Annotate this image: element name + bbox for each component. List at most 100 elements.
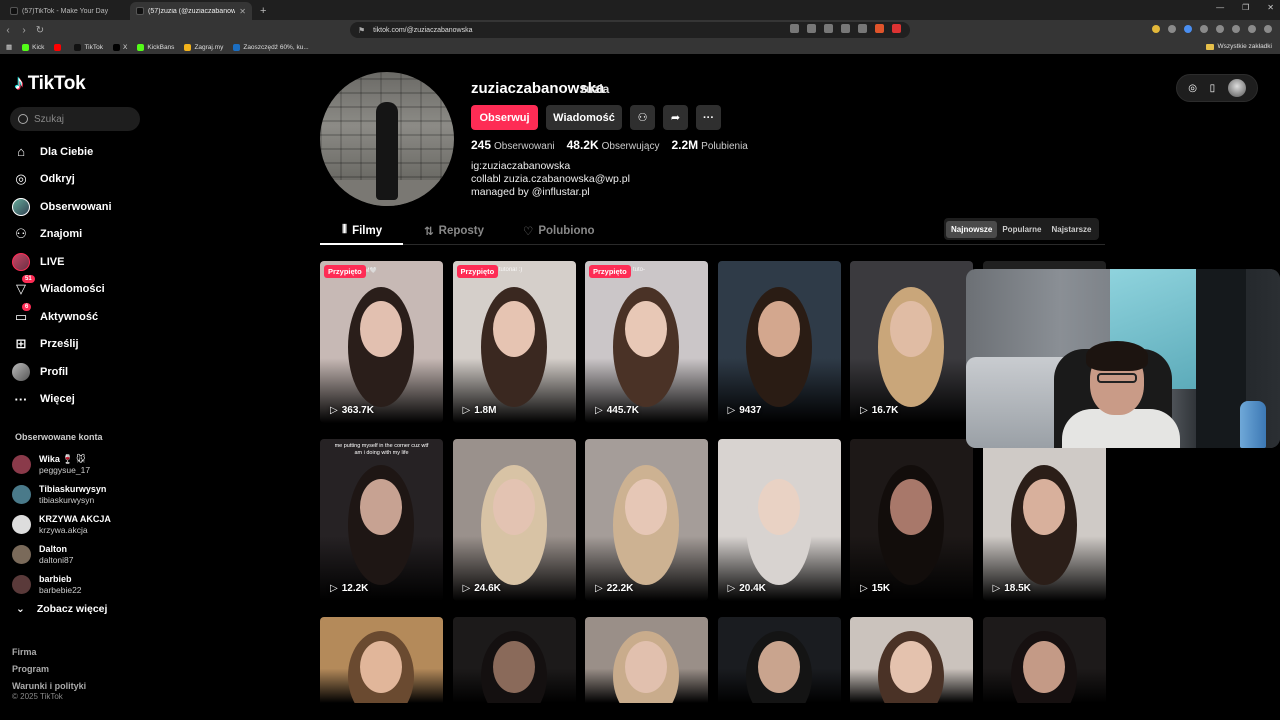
video-thumbnail-face (625, 301, 667, 357)
video-card[interactable]: ▷ 9437 (717, 261, 841, 423)
footer-link-company[interactable]: Firma (12, 644, 86, 661)
all-bookmarks-folder[interactable]: Wszystkie zakładki (1206, 43, 1272, 50)
user-avatar[interactable] (1227, 79, 1246, 97)
tab-videos[interactable]: ⦀ Filmy (342, 224, 382, 237)
video-card[interactable]: akeup tuto-Przypięto▷445.7K (585, 261, 708, 423)
phone-icon[interactable]: ▯ (1210, 83, 1216, 94)
extension-icon[interactable] (1168, 25, 1176, 33)
forward-icon[interactable]: › (16, 25, 32, 36)
add-friend-button[interactable]: ⚇ (630, 105, 655, 130)
video-card[interactable]: ▷ 20.4K (717, 439, 841, 601)
following-account[interactable]: Wika 🍷 🐭 peggysue_17 (12, 449, 111, 479)
video-thumbnail-face (757, 479, 800, 535)
close-window-icon[interactable]: ✕ (1267, 3, 1274, 12)
following-account[interactable]: barbieb barbebie22 (12, 569, 111, 599)
tab-liked[interactable]: ♡ Polubiono (523, 224, 595, 238)
nav-item-profile[interactable]: Profil (12, 358, 112, 386)
nav-item-friends[interactable]: ⚇ Znajomi (12, 221, 112, 249)
close-tab-icon[interactable]: ✕ (239, 7, 246, 16)
extension-icon[interactable] (1184, 25, 1192, 33)
footer-link-program[interactable]: Program (12, 661, 86, 678)
back-icon[interactable]: ‹ (0, 25, 16, 36)
profile-avatar[interactable] (320, 72, 454, 206)
video-card[interactable]: me putting myself in the corner cuz wtf … (320, 439, 443, 601)
activity-badge: 6 (22, 302, 32, 311)
maximize-icon[interactable]: ❐ (1242, 3, 1249, 12)
extension-icon[interactable] (1152, 25, 1160, 33)
video-card[interactable]: ▷ 15K (850, 439, 973, 601)
tiktok-logo[interactable]: ♪ TikTok (14, 72, 86, 95)
bookmark-item[interactable]: Zagraj.my (184, 43, 223, 51)
folder-icon (1206, 43, 1215, 50)
nav-item-for-you[interactable]: ⌂ Dla Ciebie (12, 138, 112, 166)
video-card[interactable] (585, 617, 708, 703)
tab-reposts[interactable]: ⇅ Reposty (424, 224, 484, 238)
tiktok-icon (74, 43, 82, 51)
more-options-button[interactable]: ··· (696, 105, 721, 130)
video-card[interactable] (850, 617, 973, 703)
nav-item-explore[interactable]: ◎ Odkryj (12, 166, 112, 194)
bookmark-item[interactable]: Kick (22, 43, 44, 51)
video-card[interactable] (717, 617, 841, 703)
bookmark-item[interactable]: TikTok (74, 43, 103, 51)
home-icon: ⌂ (17, 144, 25, 160)
video-card[interactable]: GRWM🤍Przypięto▷363.7K (320, 261, 443, 423)
video-card[interactable]: ▷ 22.2K (585, 439, 708, 601)
brave-rewards-icon[interactable] (892, 24, 901, 33)
video-card[interactable]: ▷ 16.7K (850, 261, 973, 423)
cast-icon[interactable] (807, 24, 816, 33)
video-card[interactable]: ▷ 24.6K (452, 439, 576, 601)
following-account[interactable]: Dalton daltoni87 (12, 539, 111, 569)
zoom-icon[interactable] (841, 24, 850, 33)
browser-tab[interactable]: (57)TikTok - Make Your Day (4, 2, 126, 20)
stat-following[interactable]: 245 Obserwowani (471, 138, 555, 152)
nav-item-following[interactable]: Obserwowani (12, 193, 112, 221)
puzzle-icon[interactable] (1216, 25, 1224, 33)
message-button[interactable]: Wiadomość (546, 105, 622, 130)
share-profile-button[interactable]: ➦ (663, 105, 688, 130)
reader-mode-icon[interactable] (790, 24, 799, 33)
nav-item-messages[interactable]: ▽ 51 Wiadomości (12, 275, 112, 304)
extension-icon[interactable] (1200, 25, 1208, 33)
sidebar-icon[interactable] (1232, 25, 1240, 33)
nav-item-activity[interactable]: ▭ 6 Aktywność (12, 302, 112, 331)
music-icon[interactable] (1248, 25, 1256, 33)
video-card[interactable]: ▷ 18.5K (982, 439, 1106, 601)
brave-shield-icon[interactable] (875, 24, 884, 33)
bio-line: managed by @influstar.pl (471, 186, 590, 198)
nav-item-more[interactable]: ··· Więcej (12, 386, 112, 414)
nav-item-live[interactable]: LIVE (12, 248, 112, 276)
play-icon: ▷ (595, 405, 603, 416)
sort-popular[interactable]: Popularne (997, 221, 1046, 238)
video-card[interactable]: ke up tutorial :) Przypięto ▷ 1.8M (452, 261, 576, 423)
follow-button[interactable]: Obserwuj (471, 105, 538, 130)
following-account[interactable]: Tibiaskurwysyn tibiaskurwysyn (12, 479, 111, 509)
new-tab-button[interactable]: + (252, 5, 274, 20)
video-thumbnail-face (360, 301, 402, 357)
video-card[interactable] (982, 617, 1106, 703)
compass-small-icon[interactable]: ◎ (1188, 83, 1197, 94)
nav-item-upload[interactable]: ⊞ Prześlij (12, 331, 112, 359)
apps-grid-icon[interactable]: ▦ (6, 43, 12, 51)
browser-tab-active[interactable]: (57)zuzia (@zuziaczabanowska) | ✕ (130, 2, 252, 20)
following-account[interactable]: KRZYWA AKCJA krzywa.akcja (12, 509, 111, 539)
menu-icon[interactable] (1264, 25, 1272, 33)
bookmark-item[interactable]: Zaoszczędź 60%, ku... (233, 43, 309, 51)
see-more-button[interactable]: ⌄ Zobacz więcej (16, 603, 107, 615)
bookmark-icon[interactable]: ⚑ (358, 26, 365, 35)
sort-oldest[interactable]: Najstarsze (1046, 221, 1096, 238)
video-card[interactable] (320, 617, 443, 703)
search-input[interactable]: Szukaj (10, 107, 140, 131)
video-card[interactable] (452, 617, 576, 703)
more-icon: ··· (14, 391, 28, 407)
stat-followers[interactable]: 48.2K Obserwujący (567, 138, 660, 152)
view-count: 20.4K (739, 583, 766, 594)
translate-icon[interactable] (824, 24, 833, 33)
bookmark-item[interactable]: X (112, 43, 127, 51)
reload-icon[interactable]: ↻ (32, 25, 48, 36)
share-icon[interactable] (858, 24, 867, 33)
bookmark-item[interactable]: KickBans (137, 43, 174, 51)
bookmark-item[interactable] (54, 43, 64, 51)
minimize-icon[interactable]: — (1216, 3, 1224, 12)
sort-newest[interactable]: Najnowsze (946, 220, 998, 238)
